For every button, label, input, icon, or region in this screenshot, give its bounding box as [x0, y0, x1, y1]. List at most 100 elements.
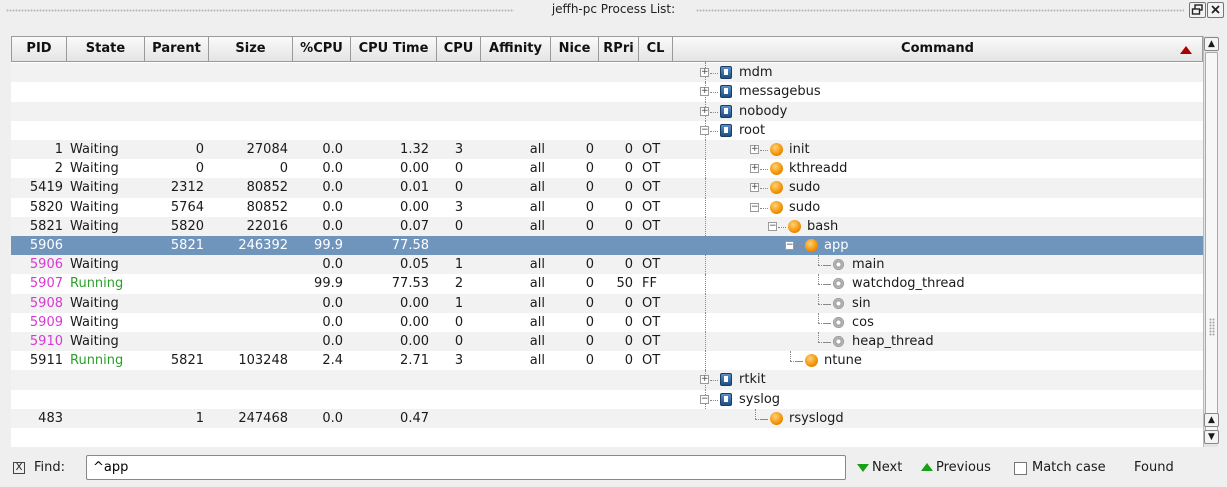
- find-next-button[interactable]: Next: [857, 460, 902, 475]
- cell-parent: 1: [195, 410, 204, 426]
- column-header-state[interactable]: State: [67, 36, 145, 62]
- process-table[interactable]: 1685Waiting1610126240.00.033all00OTssh-a…: [11, 38, 1203, 447]
- scroll-up-top-button[interactable]: ▲: [1204, 37, 1219, 51]
- user-group-row[interactable]: − root: [11, 120, 1203, 140]
- tree-connector: [710, 73, 718, 75]
- process-row[interactable]: 5419 Waiting 2312 80852 0.0 0.01 0 all 0 0 OT + sudo: [11, 178, 1203, 198]
- cell-rpri: 0: [624, 353, 633, 369]
- cell-cpu: 1: [454, 257, 464, 273]
- user-group-row[interactable]: + mdm: [11, 63, 1203, 83]
- column-header-cpu-time[interactable]: CPU Time: [351, 36, 437, 62]
- cell-state: Waiting: [70, 142, 119, 157]
- cell-cpu: [437, 121, 481, 140]
- process-row[interactable]: 5906 5821 246392 99.9 77.58 − app: [11, 236, 1203, 256]
- collapse-icon[interactable]: −: [750, 202, 759, 212]
- thread-row[interactable]: 5908 Waiting 0.0 0.00 1 all 0 0 OT sin: [11, 293, 1203, 313]
- column-header-nice[interactable]: Nice: [551, 36, 599, 62]
- cell-parent: [145, 332, 204, 351]
- cell-rpri: 0: [624, 257, 633, 273]
- close-window-button[interactable]: [1207, 2, 1224, 18]
- column-header-affinity[interactable]: Affinity: [481, 36, 551, 62]
- process-row[interactable]: 1 Waiting 0 27084 0.0 1.32 3 all 0 0 OT + init: [11, 140, 1203, 160]
- sort-descending-icon[interactable]: [1180, 46, 1192, 54]
- command-label: sudo: [789, 180, 821, 196]
- cell-cpu-time: 0.07: [400, 218, 429, 234]
- window-titlebar[interactable]: jeffh-pc Process List:: [0, 0, 1227, 20]
- cell-pid: [11, 63, 63, 82]
- cell-cpu-time: 1.32: [400, 142, 429, 157]
- cell-cpu-time: 0.01: [400, 180, 429, 196]
- column-header-cl[interactable]: CL: [639, 36, 673, 62]
- cell-state: Running: [70, 276, 124, 292]
- match-case-checkbox[interactable]: [1014, 462, 1027, 475]
- cell-cl: OT: [642, 353, 661, 369]
- column-header-rpri[interactable]: RPri: [599, 36, 639, 62]
- cell-rpri: 0: [624, 295, 633, 311]
- tree-connector: [823, 303, 831, 305]
- collapse-icon[interactable]: −: [700, 394, 709, 404]
- column-header-size[interactable]: Size: [209, 36, 293, 62]
- float-window-button[interactable]: [1189, 2, 1206, 18]
- expand-icon[interactable]: +: [700, 68, 709, 78]
- cell-cpu-pct: 0.0: [322, 257, 343, 273]
- scrollbar-thumb[interactable]: [1205, 52, 1218, 432]
- cell-cpu-pct: [293, 63, 343, 82]
- cell-pid: 5909: [29, 314, 63, 330]
- find-input[interactable]: [86, 455, 846, 480]
- cell-nice: [551, 82, 594, 101]
- expand-icon[interactable]: +: [750, 164, 759, 174]
- scroll-down-button[interactable]: ▼: [1204, 430, 1219, 444]
- cell-size: [209, 255, 288, 274]
- expand-icon[interactable]: +: [700, 87, 709, 97]
- window-title: jeffh-pc Process List:: [547, 2, 680, 16]
- cell-affinity: all: [529, 199, 545, 215]
- tree-connector: [705, 216, 706, 236]
- user-group-row[interactable]: + rtkit: [11, 370, 1203, 390]
- expand-icon[interactable]: +: [700, 375, 709, 385]
- cell-nice: 0: [585, 180, 594, 196]
- cell-size: [209, 370, 288, 389]
- column-header-cpu[interactable]: CPU: [437, 36, 481, 62]
- tree-connector: [818, 332, 819, 342]
- find-close-button[interactable]: X: [13, 462, 25, 474]
- cell-state: Waiting: [70, 180, 119, 196]
- thread-row[interactable]: 5910 Waiting 0.0 0.00 0 all 0 0 OT heap_thread: [11, 332, 1203, 352]
- cell-state: [70, 236, 145, 255]
- user-group-row[interactable]: − syslog: [11, 389, 1203, 409]
- cell-pid: 1: [54, 142, 63, 157]
- process-row[interactable]: 5820 Waiting 5764 80852 0.0 0.00 3 all 0 0 OT − sudo: [11, 197, 1203, 217]
- user-group-row[interactable]: + messagebus: [11, 82, 1203, 102]
- cell-cl: OT: [642, 180, 661, 196]
- thread-row[interactable]: 5907 Running 99.9 77.53 2 all 0 50 FF watchdog_th…: [11, 274, 1203, 294]
- process-row[interactable]: 483 1 247468 0.0 0.47 rsyslogd: [11, 408, 1203, 428]
- column-header-parent[interactable]: Parent: [145, 36, 209, 62]
- collapse-icon[interactable]: −: [768, 221, 777, 231]
- cell-cpu-time: [351, 390, 429, 409]
- thread-row[interactable]: 5909 Waiting 0.0 0.00 0 all 0 0 OT cos: [11, 312, 1203, 332]
- expand-icon[interactable]: +: [700, 106, 709, 116]
- collapse-icon[interactable]: −: [785, 241, 794, 250]
- vertical-scrollbar[interactable]: ▲ ▲ ▼: [1203, 36, 1219, 447]
- find-previous-button[interactable]: Previous: [921, 460, 991, 475]
- user-group-row[interactable]: + nobody: [11, 101, 1203, 121]
- collapse-icon[interactable]: −: [700, 125, 709, 135]
- cell-cpu: 0: [454, 161, 464, 177]
- expand-icon[interactable]: +: [750, 183, 759, 193]
- cell-nice: [551, 236, 594, 255]
- command-label: bash: [807, 218, 839, 234]
- column-header-command[interactable]: Command: [673, 36, 1203, 62]
- cell-rpri: [599, 370, 633, 389]
- process-row[interactable]: 5821 Waiting 5820 22016 0.0 0.07 0 all 0 0 OT − bash: [11, 216, 1203, 236]
- column-header-pid[interactable]: PID: [11, 36, 67, 62]
- command-label: watchdog_thread: [852, 276, 965, 292]
- process-row[interactable]: 5911 Running 5821 103248 2.4 2.71 3 all 0 0 OT ntun…: [11, 351, 1203, 371]
- column-header-cpu-pct[interactable]: %CPU: [293, 36, 351, 62]
- column-header-label: PID: [26, 41, 52, 56]
- thread-row[interactable]: 5906 Waiting 0.0 0.05 1 all 0 0 OT main: [11, 255, 1203, 275]
- expand-icon[interactable]: +: [750, 145, 759, 154]
- process-row[interactable]: 2 Waiting 0 0 0.0 0.00 0 all 0 0 OT + kthreadd: [11, 159, 1203, 179]
- tree-connector: [818, 274, 819, 285]
- cell-cpu-pct: 2.4: [322, 353, 343, 369]
- scroll-up-button[interactable]: ▲: [1204, 413, 1219, 427]
- cell-cl: OT: [642, 314, 661, 330]
